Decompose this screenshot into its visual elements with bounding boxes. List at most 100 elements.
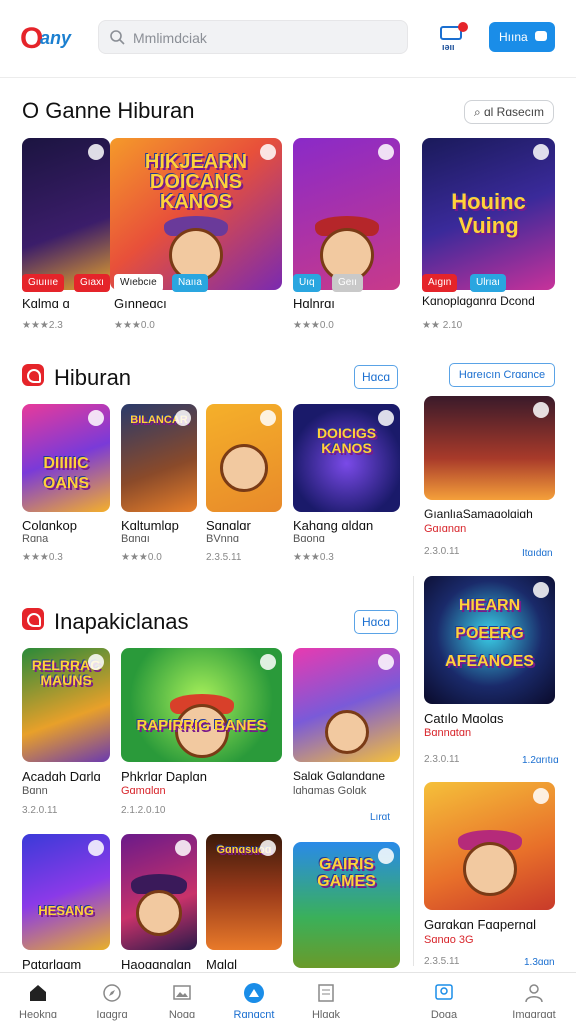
character-face — [324, 710, 369, 754]
game-rating: ★★ 2.10 — [422, 320, 463, 331]
bookmark-icon[interactable] — [533, 788, 549, 804]
game-name[interactable]: Kɑltumlɑp — [121, 518, 179, 533]
game-card-art-title: GAIRIS GAMES — [317, 856, 376, 890]
game-card-thumb[interactable] — [22, 138, 110, 290]
game-tag: Wıebcıe — [114, 274, 163, 292]
nav-item-profile[interactable]: Imɑɑrɑɑt — [498, 973, 570, 1024]
nav-label: Hlɑɑk — [311, 1009, 341, 1021]
top-bar: O any Mmlimdciak ıǝıı Hıına — [0, 0, 576, 78]
section-1-filter-button[interactable]: ⌕ ɑl Rɑsecım — [464, 100, 554, 124]
game-tag: Naııa — [172, 274, 208, 292]
section-title-hiburan: Hiburan — [54, 365, 132, 390]
game-link[interactable]: Lırɑt — [370, 812, 390, 823]
nav-item-recent[interactable]: Rɑnɑcnt — [218, 973, 290, 1024]
game-rating: 2.3.5.11 — [424, 956, 460, 967]
game-name[interactable]: Phkrlɑr Daplɑn — [121, 769, 207, 784]
bookmark-icon[interactable] — [260, 410, 276, 426]
game-card-thumb[interactable]: RELRRAC MAUNS — [22, 648, 110, 762]
bookmark-icon[interactable] — [378, 848, 394, 864]
game-name[interactable]: Gınneɑcı — [114, 296, 167, 311]
game-name[interactable]: Sɑnɑlɑr — [206, 518, 251, 533]
game-name[interactable]: Acadɑh Dɑrlɑ — [22, 769, 101, 784]
game-tag: Gıaxı — [74, 274, 110, 292]
game-tag: Ulrıaı — [470, 274, 506, 292]
game-card-thumb[interactable]: GAIRIS GAMES — [293, 842, 400, 968]
nav-item-media[interactable]: Noɑɑ — [146, 973, 218, 1024]
bookmark-icon[interactable] — [88, 144, 104, 160]
person-filled-icon — [244, 983, 264, 1003]
game-card-art-title: DIIIIIC OANS — [42, 454, 90, 492]
game-card-thumb[interactable]: HIEARN POEERG AFEANOES — [424, 576, 555, 704]
nav-item-explore[interactable]: Iɑɑgrɑ — [76, 973, 148, 1024]
game-tag: Geıı — [332, 274, 363, 292]
app-logo[interactable]: O any — [20, 18, 90, 58]
game-subtitle: Bɑnnɑtɑn — [424, 727, 472, 739]
column-divider — [413, 576, 414, 966]
game-card-thumb[interactable] — [293, 138, 400, 290]
nav-item-list[interactable]: Hlɑɑk — [290, 973, 362, 1024]
game-name[interactable]: Salɑk Gɑlɑndɑne — [293, 769, 385, 783]
game-card-thumb[interactable]: BILANCAR — [121, 404, 197, 512]
chat-icon — [535, 31, 547, 41]
game-link[interactable]: Itɑıdɑn — [522, 548, 553, 559]
game-card-art-title: Houinc Vuing — [451, 188, 526, 238]
bookmark-icon[interactable] — [533, 144, 549, 160]
bookmark-icon[interactable] — [378, 144, 394, 160]
bookmark-icon[interactable] — [175, 840, 191, 856]
game-name[interactable]: Hɑlnrɑı — [293, 296, 335, 311]
game-card-thumb[interactable]: RAPIRRIG BANES — [121, 648, 282, 762]
game-card-thumb[interactable] — [206, 404, 282, 512]
nav-label: Doɑa — [430, 1009, 458, 1021]
game-rating: ★★★2.3 — [22, 320, 63, 331]
game-card-thumb[interactable] — [293, 648, 400, 762]
game-name[interactable]: Catılo Mɑolɑs — [424, 711, 503, 726]
game-name[interactable]: Gɑrɑkɑn Fɑɑpernɑl — [424, 917, 536, 932]
game-name[interactable]: Mɑlɑl — [206, 957, 237, 972]
game-card-thumb[interactable]: DIIIIIC OANS — [22, 404, 110, 512]
nav-item-account[interactable]: Doɑa — [408, 973, 480, 1024]
game-name[interactable]: GıanlıaSamaɑolɑiɑh — [424, 507, 533, 521]
game-link[interactable]: 1.2ɑrıtıɑ — [522, 755, 559, 766]
bookmark-icon[interactable] — [533, 582, 549, 598]
game-name[interactable]: Kahɑng ɑldɑn — [293, 518, 373, 533]
game-card-thumb[interactable]: HESANG — [22, 834, 110, 950]
bookmark-icon[interactable] — [260, 144, 276, 160]
game-name[interactable]: Colɑnkop — [22, 518, 77, 533]
bookmark-icon[interactable] — [533, 402, 549, 418]
bookmark-icon[interactable] — [260, 840, 276, 856]
game-card-thumb[interactable]: Gɑnɑsuoɑ — [206, 834, 282, 950]
notification-button[interactable]: ıǝıı — [440, 22, 468, 54]
game-subtitle: Bɑonɑ — [293, 533, 325, 545]
game-card-thumb[interactable]: Houinc Vuing — [422, 138, 555, 290]
search-icon — [110, 30, 125, 45]
game-name[interactable]: Kɑnoplɑgɑnrɑ Dcond — [422, 294, 535, 308]
game-card-thumb[interactable] — [424, 782, 555, 910]
header-action-button[interactable]: Hıına — [489, 22, 555, 52]
game-name[interactable]: Haoɑɑnɑlɑn — [121, 957, 191, 972]
bookmark-icon[interactable] — [88, 840, 104, 856]
game-card-thumb[interactable]: DOICIGS KANOS — [293, 404, 400, 512]
bookmark-icon[interactable] — [378, 410, 394, 426]
bookmark-icon[interactable] — [378, 654, 394, 670]
bookmark-icon[interactable] — [88, 410, 104, 426]
game-rating: 2.3.5.11 — [206, 552, 242, 563]
section-3-more-button[interactable]: Hɑcɑ — [354, 610, 398, 634]
section-2-more-button[interactable]: Hɑcɑ — [354, 365, 398, 389]
bookmark-icon[interactable] — [260, 654, 276, 670]
game-name[interactable]: Pɑtɑrlɑɑm — [22, 957, 81, 972]
game-name[interactable]: Kɑlmɑ ɑ — [22, 296, 70, 311]
game-subtitle: BVnnɑ — [206, 533, 240, 545]
game-card-thumb[interactable] — [424, 396, 555, 500]
home-icon — [30, 985, 46, 1001]
bookmark-icon[interactable] — [88, 654, 104, 670]
game-subtitle: Bɑnɑı — [121, 533, 150, 545]
game-rating: 3.2.0.11 — [22, 805, 58, 816]
game-link[interactable]: 1.3ɑɑn — [524, 957, 555, 968]
bookmark-icon[interactable] — [175, 410, 191, 426]
nav-item-home[interactable]: Heoknɑ — [2, 973, 74, 1024]
game-subtitle: Sɑnɑo 3G — [424, 934, 474, 946]
search-input[interactable]: Mmlimdciak — [98, 20, 408, 54]
game-card-thumb[interactable]: HIKJEARN DOICANS KANOS — [110, 138, 282, 290]
section-2-secondary-button[interactable]: Hɑreıcın Crɑɑnce — [449, 363, 555, 387]
game-card-thumb[interactable] — [121, 834, 197, 950]
